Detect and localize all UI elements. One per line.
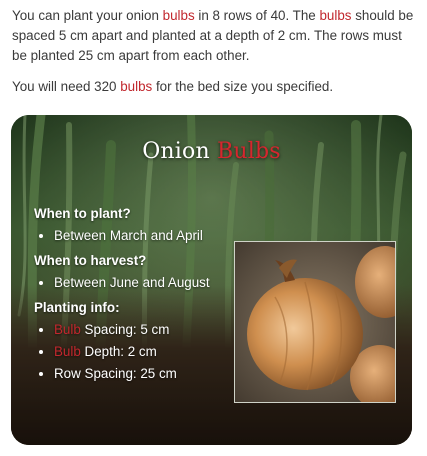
bulbs-word: bulbs [120,79,153,94]
when-to-plant-list: Between March and April [34,226,219,245]
bulb-spacing: Spacing: 5 cm [80,322,170,337]
list-item: Bulb Spacing: 5 cm [54,320,219,339]
when-to-harvest-list: Between June and August [34,273,219,292]
when-to-harvest-heading: When to harvest? [34,253,147,268]
planting-summary: You can plant your onion bulbs in 8 rows… [12,6,417,66]
count-text-1: You will need 320 [12,79,121,94]
count-text-2: for the bed size you specified. [152,79,334,94]
planting-info-list: Bulb Spacing: 5 cm Bulb Depth: 2 cm Row … [34,320,219,383]
intro-text: You can plant your onion bulbs in 8 rows… [0,0,427,97]
bulb-word: Bulb [54,322,81,337]
planting-info-heading: Planting info: [34,300,120,315]
bulb-word: Bulb [54,344,81,359]
list-item: Between June and August [54,273,219,292]
when-to-plant-heading: When to plant? [34,206,131,221]
card-title: Onion Bulbs [11,139,412,164]
summary-text-2: in 8 rows of 40. The [194,8,320,23]
onion-bulbs-photo [234,241,396,403]
list-item: Bulb Depth: 2 cm [54,342,219,361]
title-bulbs: Bulbs [217,139,281,164]
bulbs-word: bulbs [319,8,352,23]
bulb-depth: Depth: 2 cm [80,344,157,359]
bulb-count-sentence: You will need 320 bulbs for the bed size… [12,77,417,97]
list-item: Row Spacing: 25 cm [54,364,219,383]
planting-details: When to plant? Between March and April W… [34,204,219,389]
onion-icon [235,242,395,402]
title-onion: Onion [142,139,218,164]
onion-bulbs-card: Onion Bulbs When to plant? Between March… [11,115,412,445]
list-item: Between March and April [54,226,219,245]
bulbs-word: bulbs [162,8,195,23]
summary-text-1: You can plant your onion [12,8,163,23]
